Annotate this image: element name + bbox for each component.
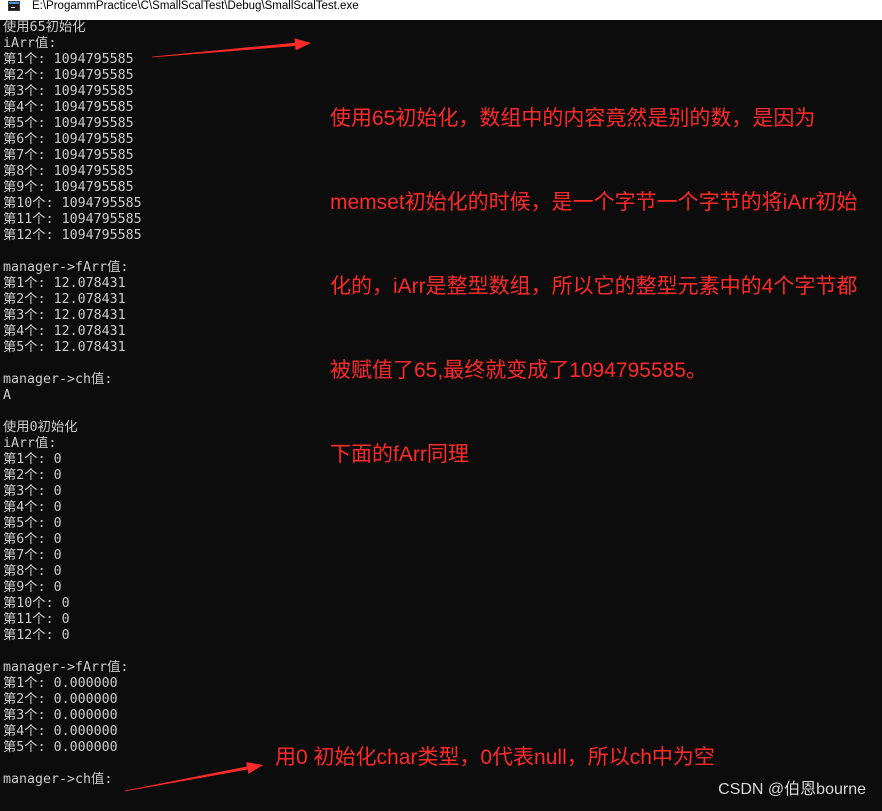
window-title-bar[interactable]: E:\ProgammPractice\C\SmallScalTest\Debug… — [0, 0, 882, 20]
console-line: 第8个: 0 — [3, 564, 62, 579]
annotation-note-line: 被赋值了65,最终就变成了1094795585。 — [330, 359, 707, 382]
console-line: 第6个: 0 — [3, 532, 62, 547]
annotation-note-line: 使用65初始化，数组中的内容竟然是别的数，是因为 — [330, 107, 816, 130]
console-line: 第11个: 0 — [3, 612, 70, 627]
console-line: 第4个: 0.000000 — [3, 724, 118, 739]
console-line: 第2个: 0.000000 — [3, 692, 118, 707]
annotation-note-line: 下面的fArr同理 — [330, 443, 469, 466]
annotation-note-line: memset初始化的时候，是一个字节一个字节的将iArr初始 — [330, 191, 858, 214]
console-line: 使用65初始化 — [3, 20, 86, 35]
annotation-note-bottom: 用0 初始化char类型，0代表null，所以ch中为空 — [275, 746, 715, 769]
console-line: 第1个: 0.000000 — [3, 676, 118, 691]
console-line: 第7个: 0 — [3, 548, 62, 563]
window-title: E:\ProgammPractice\C\SmallScalTest\Debug… — [32, 0, 359, 12]
watermark: CSDN @伯恩bourne — [718, 781, 866, 798]
annotation-note-top: 使用65初始化，数组中的内容竟然是别的数，是因为 memset初始化的时候，是一… — [330, 49, 857, 525]
console-line: 第12个: 0 — [3, 628, 70, 643]
console-line: 第9个: 0 — [3, 580, 62, 595]
annotation-note-line: 化的，iArr是整型数组，所以它的整型元素中的4个字节都 — [330, 275, 858, 298]
screenshot: E:\ProgammPractice\C\SmallScalTest\Debug… — [0, 0, 882, 811]
console-line: 第3个: 0.000000 — [3, 708, 118, 723]
console-line: manager->fArr值: — [3, 660, 129, 675]
console-line: 第10个: 0 — [3, 596, 70, 611]
console-app-icon[interactable] — [8, 1, 20, 11]
